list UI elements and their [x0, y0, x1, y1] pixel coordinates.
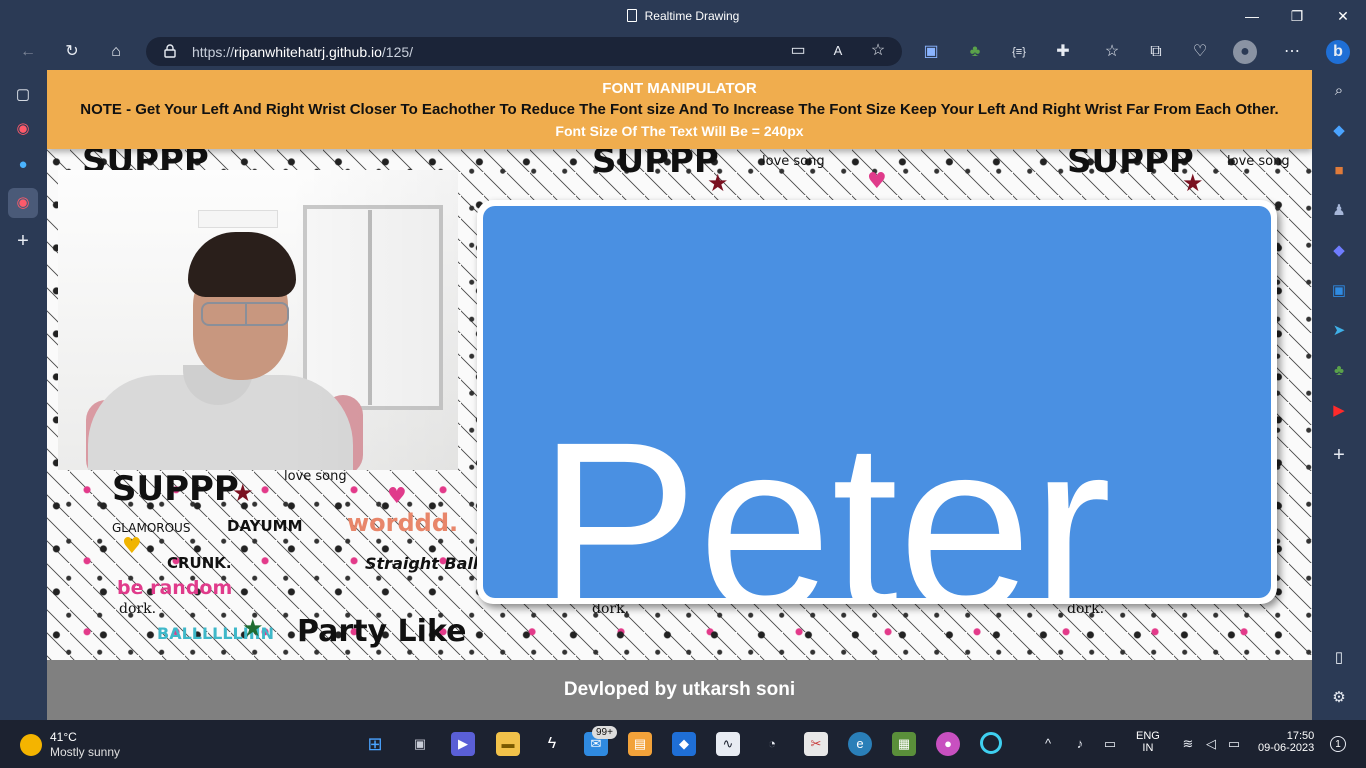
mail-badge: 99+	[592, 726, 617, 739]
search-icon[interactable]: ⌕	[1328, 80, 1350, 102]
add-sidebar-app-icon[interactable]: +	[1328, 444, 1350, 466]
read-aloud-icon[interactable]: A	[826, 39, 850, 63]
extension-tree-icon[interactable]: ♣	[963, 40, 987, 64]
banner-heading: FONT MANIPULATOR	[602, 80, 757, 97]
text-canvas-frame: Peter	[477, 200, 1277, 604]
star-icon: ★	[707, 169, 729, 197]
banner-note: NOTE - Get Your Left And Right Wrist Clo…	[80, 101, 1279, 118]
doodle-word: dork.	[119, 601, 157, 617]
screen-cast-icon[interactable]: ▣	[919, 40, 943, 64]
heart-icon: ♥	[387, 484, 407, 509]
favorites-icon[interactable]: ☆	[1100, 40, 1124, 64]
tab-active-recording-icon[interactable]: ◉	[8, 188, 38, 218]
doodle-word: GLAMOROUS	[112, 521, 191, 535]
taskbar: 41°C Mostly sunny ⊞ ▣ ▶ ▬ ϟ ✉ 99+ ▤ ◆ ∿ …	[0, 720, 1366, 768]
battery-icon[interactable]: ▭	[1222, 732, 1246, 756]
snipping-tool-icon[interactable]: ✂	[804, 732, 828, 756]
task-view-icon[interactable]: ▣	[408, 732, 432, 756]
wifi-icon[interactable]: ≋	[1176, 732, 1200, 756]
window-title: Realtime Drawing	[0, 9, 1366, 23]
doodle-word: CRUNK.	[167, 554, 232, 572]
tray-chevron-up-icon[interactable]: ^	[1036, 732, 1060, 756]
webcam-feed	[58, 170, 458, 470]
keyboard-icon[interactable]: ▭	[1098, 732, 1122, 756]
web-page: FONT MANIPULATOR NOTE - Get Your Left An…	[47, 70, 1312, 720]
doodle-word: be random	[117, 577, 233, 599]
shopping-tag-icon[interactable]: ◆	[1328, 120, 1350, 142]
restore-button[interactable]: ❐	[1282, 4, 1312, 28]
heart-icon: ♥	[867, 169, 887, 194]
doodle-word: Party Like	[297, 614, 467, 649]
star-icon: ★	[1182, 169, 1204, 197]
doodle-word: love song	[284, 469, 347, 484]
doodle-word: DAYUMM	[227, 517, 303, 535]
edge-browser-icon[interactable]: e	[848, 732, 872, 756]
microphone-icon[interactable]: ♪	[1068, 732, 1092, 756]
edge-sidebar: ⌕ ◆ ■ ♟ ◆ ▣ ➤ ♣ ▶ + ▯ ⚙	[1312, 70, 1366, 720]
doodle-word: worddd.	[347, 509, 459, 537]
speedometer-icon[interactable]: ◔	[760, 732, 784, 756]
minimize-button[interactable]: —	[1237, 4, 1267, 28]
address-bar[interactable]: https://ripanwhitehatrj.github.io/125/ ▭…	[146, 37, 902, 66]
browser-toolbar: ← ↻ ⌂ https://ripanwhitehatrj.github.io/…	[0, 33, 1366, 70]
close-button[interactable]: ✕	[1328, 4, 1358, 28]
app-bolt-icon[interactable]: ϟ	[540, 732, 564, 756]
font-size-readout: Font Size Of The Text Will Be = 240px	[555, 123, 804, 139]
tools-briefcase-icon[interactable]: ■	[1328, 160, 1350, 182]
youtube-icon[interactable]: ▶	[1328, 400, 1350, 422]
notes-icon[interactable]: ▤	[628, 732, 652, 756]
clock[interactable]: 17:50 09-06-2023	[1258, 730, 1314, 754]
heart-icon: ♥	[122, 534, 142, 559]
back-icon[interactable]: ←	[16, 40, 40, 64]
tab-sidebar: ▢ ◉ ● ◉ +	[0, 70, 47, 720]
outlook-icon[interactable]: ▣	[1328, 280, 1350, 302]
lock-icon	[164, 44, 176, 58]
refresh-icon[interactable]: ↻	[60, 40, 84, 64]
color-app-icon[interactable]: ●	[936, 732, 960, 756]
title-bar: Realtime Drawing — ❐ ✕	[0, 0, 1366, 33]
manipulated-text: Peter	[538, 392, 1112, 598]
tab-actions-icon[interactable]: ▢	[12, 84, 34, 106]
new-tab-plus-icon[interactable]: +	[12, 230, 34, 252]
favorite-star-icon[interactable]: ☆	[866, 39, 890, 63]
instruction-banner: FONT MANIPULATOR NOTE - Get Your Left An…	[47, 70, 1312, 149]
notification-count[interactable]: 1	[1330, 736, 1346, 752]
sidebar-layout-icon[interactable]: ▯	[1328, 647, 1350, 669]
bing-icon[interactable]: b	[1326, 40, 1350, 64]
star-icon: ★	[232, 479, 254, 507]
profile-avatar-icon[interactable]: ●	[1233, 40, 1257, 64]
performance-heart-icon[interactable]: ♡	[1188, 40, 1212, 64]
file-explorer-icon[interactable]: ▬	[496, 732, 520, 756]
dropbox-icon[interactable]: ◆	[672, 732, 696, 756]
stocks-icon[interactable]: ∿	[716, 732, 740, 756]
weather-sun-icon	[20, 734, 42, 756]
page-icon	[626, 9, 637, 22]
office-icon[interactable]: ◆	[1328, 240, 1350, 262]
camera-icon[interactable]: ▭	[786, 39, 810, 63]
footer-credit: Devloped by utkarsh soni	[47, 660, 1312, 720]
doodle-word: SUPPP	[112, 469, 239, 509]
tree-extension-icon[interactable]: ♣	[1328, 360, 1350, 382]
collections-icon[interactable]: ⧉	[1144, 40, 1168, 64]
language-indicator[interactable]: ENG IN	[1136, 730, 1160, 754]
volume-icon[interactable]: ◁	[1199, 732, 1223, 756]
url-text: https://ripanwhitehatrj.github.io/125/	[192, 44, 414, 60]
tab-pinned-icon[interactable]: ●	[12, 154, 34, 176]
extensions-puzzle-icon[interactable]: ✚	[1051, 40, 1075, 64]
minecraft-icon[interactable]: ▦	[892, 732, 916, 756]
star-icon: ★	[242, 614, 264, 642]
telegram-icon[interactable]: ➤	[1328, 320, 1350, 342]
doodle-word: love song	[762, 154, 825, 169]
alexa-icon[interactable]	[980, 732, 1002, 754]
doodle-word: love song	[1227, 154, 1290, 169]
settings-gear-icon[interactable]: ⚙	[1328, 687, 1350, 709]
teams-chat-icon[interactable]: ▶	[451, 732, 475, 756]
extension-braces-icon[interactable]: {≡}	[1007, 40, 1031, 64]
tab-recording-icon[interactable]: ◉	[12, 118, 34, 140]
text-canvas: Peter	[483, 206, 1271, 598]
windows-start-icon[interactable]: ⊞	[363, 732, 387, 756]
more-options-icon[interactable]: ⋯	[1280, 40, 1304, 64]
games-icon[interactable]: ♟	[1328, 200, 1350, 222]
home-icon[interactable]: ⌂	[104, 40, 128, 64]
